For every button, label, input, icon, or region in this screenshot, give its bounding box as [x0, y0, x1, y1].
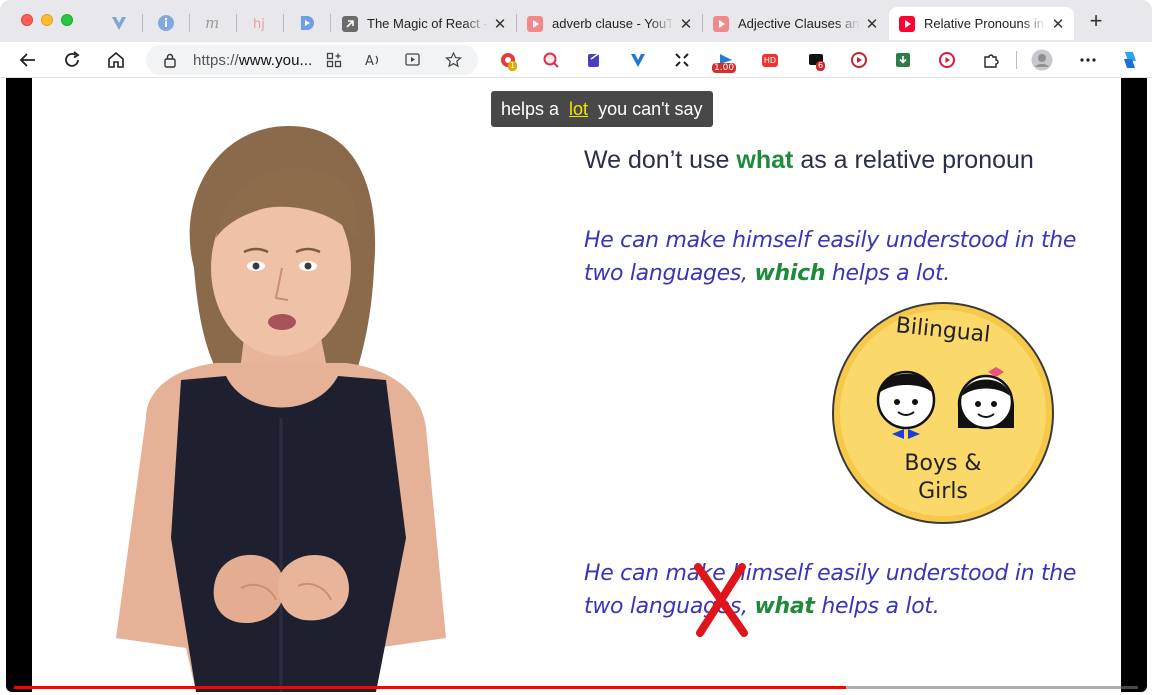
video-player[interactable]: helps a lot you can't say We don’t use w… [6, 78, 1147, 692]
extension-search[interactable] [541, 50, 561, 70]
avatar-icon [1031, 49, 1053, 71]
tab-title: Relative Pronouns in [924, 16, 1044, 31]
svg-text:hj: hj [253, 17, 265, 32]
youtube-icon [713, 15, 729, 32]
bilingual-badge: Bilingual Boys & Girls [832, 302, 1054, 524]
vector-v-icon [112, 17, 126, 30]
hj-icon: hj [253, 17, 265, 32]
maximize-window-button[interactable] [61, 14, 73, 26]
extension-badge: 6 [816, 61, 826, 71]
copilot-icon [1124, 52, 1136, 68]
ellipsis-icon [1080, 58, 1096, 62]
badge-subtitle: Boys & Girls [904, 451, 982, 504]
tab-magic-of-react[interactable]: The Magic of React - ✕ [332, 7, 516, 40]
extension-video-capture[interactable] [849, 50, 869, 70]
extension-hd[interactable]: HD [760, 50, 780, 70]
sentence-keyword: which [754, 261, 826, 286]
tab-adverb-clause[interactable]: adverb clause - YouTube ✕ [517, 7, 702, 40]
hd-icon: HD [761, 53, 779, 67]
back-button[interactable] [14, 47, 42, 73]
extension-speed[interactable]: 1.00 [712, 50, 737, 73]
close-icon[interactable]: ✕ [864, 15, 880, 33]
caption-text: helps a [501, 98, 560, 119]
extension-record[interactable]: 1 [498, 50, 518, 71]
refresh-button[interactable] [58, 47, 86, 73]
example-sentence-correct: He can make himself easily understood in… [584, 228, 1077, 286]
tab-adjective-clauses[interactable]: Adjective Clauses and ✕ [703, 7, 888, 40]
more-options-button[interactable] [1078, 50, 1098, 70]
tab-relative-pronouns[interactable]: Relative Pronouns in ✕ [889, 7, 1074, 40]
notepad-icon [588, 53, 599, 67]
pinned-tab-1[interactable] [97, 8, 141, 38]
close-icon[interactable]: ✕ [1050, 15, 1066, 33]
url-text: https://www.you... [193, 52, 313, 69]
youtube-icon [899, 15, 915, 32]
extension-vpn[interactable] [628, 50, 648, 70]
refresh-icon [65, 51, 80, 67]
subtitle-caption: helps a lot you can't say [491, 91, 713, 127]
caption-text: you can't say [598, 98, 703, 119]
read-aloud-icon[interactable]: A [365, 52, 383, 68]
close-icon[interactable]: ✕ [492, 15, 508, 33]
copilot-button[interactable] [1119, 49, 1141, 71]
speed-badge: 1.00 [712, 63, 737, 73]
extensions-menu-button[interactable] [981, 50, 1001, 70]
external-arrow-icon [342, 15, 358, 32]
badge-title: Bilingual [894, 313, 992, 348]
tab-bar: m hj The Magic of React - ✕ adverb claus… [0, 0, 1152, 42]
extension-download[interactable] [893, 50, 913, 70]
extension-badge: 1 [508, 61, 518, 71]
caption-highlight: lot [569, 98, 589, 119]
svg-text:m: m [205, 14, 219, 32]
play-circle-icon [939, 52, 955, 68]
extension-expand[interactable] [672, 50, 692, 70]
address-bar[interactable]: https://www.you... A [146, 45, 478, 75]
back-arrow-icon [19, 53, 35, 67]
toolbar: https://www.you... A 1 1.00 HD 6 [0, 42, 1152, 78]
pinned-tab-5[interactable] [285, 8, 329, 38]
lock-icon [164, 53, 176, 68]
close-icon[interactable]: ✕ [678, 15, 694, 33]
d-play-icon [301, 16, 314, 30]
immersive-reader-icon[interactable] [405, 52, 422, 68]
minimize-window-button[interactable] [41, 14, 53, 26]
expand-arrows-icon [675, 53, 689, 67]
apps-icon[interactable] [326, 52, 342, 68]
sentence-keyword: what [754, 594, 815, 619]
red-x-mark [694, 563, 748, 637]
vector-v-icon [631, 54, 645, 67]
video-progress-bar[interactable] [14, 686, 1138, 689]
extension-notes[interactable] [584, 50, 604, 70]
pinned-tab-3[interactable]: m [191, 8, 235, 38]
example-sentence-incorrect: He can make himself easily understood in… [584, 561, 1077, 619]
tab-title: adverb clause - YouTube [552, 16, 674, 31]
home-button[interactable] [102, 47, 130, 73]
close-window-button[interactable] [21, 14, 33, 26]
m-letter-icon: m [205, 14, 219, 32]
pinned-tab-2[interactable] [144, 8, 188, 38]
star-icon[interactable] [445, 52, 462, 68]
puzzle-icon [984, 54, 999, 68]
presenter-figure [116, 125, 446, 692]
extension-play[interactable] [937, 50, 957, 70]
heading-keyword: what [736, 146, 794, 174]
youtube-icon [527, 15, 543, 32]
video-frame: helps a lot you can't say We don’t use w… [32, 78, 1121, 692]
kids-faces-icon [876, 367, 1015, 439]
magnifier-icon [543, 52, 559, 68]
home-icon [108, 51, 124, 68]
profile-button[interactable] [1031, 49, 1053, 71]
extension-screen[interactable]: 6 [806, 50, 826, 71]
new-tab-button[interactable]: + [1084, 10, 1108, 34]
svg-text:A: A [365, 54, 374, 68]
info-circle-icon [158, 15, 174, 31]
download-icon [896, 53, 910, 67]
tab-title: Adjective Clauses and [738, 16, 860, 31]
video-capture-icon [851, 52, 867, 68]
slide-heading: We don’t use what as a relative pronoun [584, 146, 1034, 174]
video-progress-played [14, 686, 846, 689]
tab-title: The Magic of React - [367, 16, 488, 31]
pinned-tab-4[interactable]: hj [238, 8, 282, 38]
